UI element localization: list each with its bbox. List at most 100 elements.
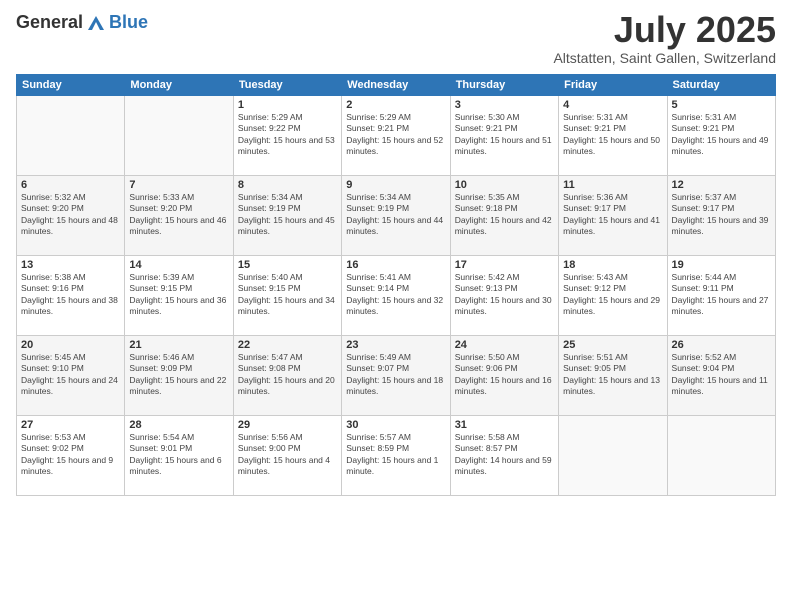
- day-info: Sunrise: 5:49 AMSunset: 9:07 PMDaylight:…: [346, 352, 445, 398]
- day-info: Sunrise: 5:30 AMSunset: 9:21 PMDaylight:…: [455, 112, 554, 158]
- day-number: 17: [455, 259, 554, 271]
- calendar-cell: 12Sunrise: 5:37 AMSunset: 9:17 PMDayligh…: [667, 176, 775, 256]
- calendar-cell: 10Sunrise: 5:35 AMSunset: 9:18 PMDayligh…: [450, 176, 558, 256]
- calendar-cell: 7Sunrise: 5:33 AMSunset: 9:20 PMDaylight…: [125, 176, 233, 256]
- day-info: Sunrise: 5:44 AMSunset: 9:11 PMDaylight:…: [672, 272, 771, 318]
- calendar-cell: 16Sunrise: 5:41 AMSunset: 9:14 PMDayligh…: [342, 256, 450, 336]
- day-number: 27: [21, 419, 120, 431]
- calendar-cell: 2Sunrise: 5:29 AMSunset: 9:21 PMDaylight…: [342, 96, 450, 176]
- calendar-cell: 11Sunrise: 5:36 AMSunset: 9:17 PMDayligh…: [559, 176, 667, 256]
- week-row-4: 20Sunrise: 5:45 AMSunset: 9:10 PMDayligh…: [17, 336, 776, 416]
- day-info: Sunrise: 5:32 AMSunset: 9:20 PMDaylight:…: [21, 192, 120, 238]
- day-number: 7: [129, 179, 228, 191]
- day-number: 15: [238, 259, 337, 271]
- day-number: 8: [238, 179, 337, 191]
- day-info: Sunrise: 5:56 AMSunset: 9:00 PMDaylight:…: [238, 432, 337, 478]
- calendar-cell: 23Sunrise: 5:49 AMSunset: 9:07 PMDayligh…: [342, 336, 450, 416]
- day-number: 11: [563, 179, 662, 191]
- calendar-cell: [125, 96, 233, 176]
- day-number: 23: [346, 339, 445, 351]
- day-number: 5: [672, 99, 771, 111]
- day-info: Sunrise: 5:33 AMSunset: 9:20 PMDaylight:…: [129, 192, 228, 238]
- page: General Blue July 2025 Altstatten, Saint…: [0, 0, 792, 612]
- day-info: Sunrise: 5:41 AMSunset: 9:14 PMDaylight:…: [346, 272, 445, 318]
- location-subtitle: Altstatten, Saint Gallen, Switzerland: [553, 50, 776, 66]
- day-number: 2: [346, 99, 445, 111]
- day-number: 29: [238, 419, 337, 431]
- calendar-cell: 5Sunrise: 5:31 AMSunset: 9:21 PMDaylight…: [667, 96, 775, 176]
- day-number: 16: [346, 259, 445, 271]
- weekday-header-row: SundayMondayTuesdayWednesdayThursdayFrid…: [17, 75, 776, 96]
- calendar-cell: 4Sunrise: 5:31 AMSunset: 9:21 PMDaylight…: [559, 96, 667, 176]
- day-number: 13: [21, 259, 120, 271]
- day-number: 1: [238, 99, 337, 111]
- calendar-cell: 13Sunrise: 5:38 AMSunset: 9:16 PMDayligh…: [17, 256, 125, 336]
- calendar-cell: 21Sunrise: 5:46 AMSunset: 9:09 PMDayligh…: [125, 336, 233, 416]
- logo: General Blue: [16, 12, 148, 33]
- day-info: Sunrise: 5:31 AMSunset: 9:21 PMDaylight:…: [563, 112, 662, 158]
- day-info: Sunrise: 5:34 AMSunset: 9:19 PMDaylight:…: [238, 192, 337, 238]
- weekday-sunday: Sunday: [17, 75, 125, 96]
- calendar-cell: 22Sunrise: 5:47 AMSunset: 9:08 PMDayligh…: [233, 336, 341, 416]
- calendar-cell: 17Sunrise: 5:42 AMSunset: 9:13 PMDayligh…: [450, 256, 558, 336]
- day-number: 9: [346, 179, 445, 191]
- calendar-cell: 8Sunrise: 5:34 AMSunset: 9:19 PMDaylight…: [233, 176, 341, 256]
- day-number: 25: [563, 339, 662, 351]
- weekday-thursday: Thursday: [450, 75, 558, 96]
- calendar-cell: 26Sunrise: 5:52 AMSunset: 9:04 PMDayligh…: [667, 336, 775, 416]
- month-title: July 2025: [553, 12, 776, 48]
- day-number: 20: [21, 339, 120, 351]
- calendar-cell: 15Sunrise: 5:40 AMSunset: 9:15 PMDayligh…: [233, 256, 341, 336]
- weekday-tuesday: Tuesday: [233, 75, 341, 96]
- calendar-cell: 25Sunrise: 5:51 AMSunset: 9:05 PMDayligh…: [559, 336, 667, 416]
- day-info: Sunrise: 5:57 AMSunset: 8:59 PMDaylight:…: [346, 432, 445, 478]
- calendar-cell: 28Sunrise: 5:54 AMSunset: 9:01 PMDayligh…: [125, 416, 233, 496]
- day-number: 19: [672, 259, 771, 271]
- day-info: Sunrise: 5:47 AMSunset: 9:08 PMDaylight:…: [238, 352, 337, 398]
- calendar-cell: 6Sunrise: 5:32 AMSunset: 9:20 PMDaylight…: [17, 176, 125, 256]
- day-number: 12: [672, 179, 771, 191]
- day-info: Sunrise: 5:43 AMSunset: 9:12 PMDaylight:…: [563, 272, 662, 318]
- week-row-5: 27Sunrise: 5:53 AMSunset: 9:02 PMDayligh…: [17, 416, 776, 496]
- week-row-1: 1Sunrise: 5:29 AMSunset: 9:22 PMDaylight…: [17, 96, 776, 176]
- calendar-cell: 29Sunrise: 5:56 AMSunset: 9:00 PMDayligh…: [233, 416, 341, 496]
- day-number: 10: [455, 179, 554, 191]
- calendar-cell: 9Sunrise: 5:34 AMSunset: 9:19 PMDaylight…: [342, 176, 450, 256]
- week-row-2: 6Sunrise: 5:32 AMSunset: 9:20 PMDaylight…: [17, 176, 776, 256]
- logo-blue: Blue: [109, 12, 148, 33]
- calendar-cell: 18Sunrise: 5:43 AMSunset: 9:12 PMDayligh…: [559, 256, 667, 336]
- day-info: Sunrise: 5:31 AMSunset: 9:21 PMDaylight:…: [672, 112, 771, 158]
- day-info: Sunrise: 5:38 AMSunset: 9:16 PMDaylight:…: [21, 272, 120, 318]
- day-info: Sunrise: 5:37 AMSunset: 9:17 PMDaylight:…: [672, 192, 771, 238]
- calendar-cell: [667, 416, 775, 496]
- day-info: Sunrise: 5:29 AMSunset: 9:22 PMDaylight:…: [238, 112, 337, 158]
- day-info: Sunrise: 5:42 AMSunset: 9:13 PMDaylight:…: [455, 272, 554, 318]
- day-info: Sunrise: 5:50 AMSunset: 9:06 PMDaylight:…: [455, 352, 554, 398]
- day-info: Sunrise: 5:52 AMSunset: 9:04 PMDaylight:…: [672, 352, 771, 398]
- header: General Blue July 2025 Altstatten, Saint…: [16, 12, 776, 66]
- week-row-3: 13Sunrise: 5:38 AMSunset: 9:16 PMDayligh…: [17, 256, 776, 336]
- logo-icon: [86, 14, 106, 32]
- day-number: 24: [455, 339, 554, 351]
- day-info: Sunrise: 5:36 AMSunset: 9:17 PMDaylight:…: [563, 192, 662, 238]
- weekday-friday: Friday: [559, 75, 667, 96]
- calendar-cell: 27Sunrise: 5:53 AMSunset: 9:02 PMDayligh…: [17, 416, 125, 496]
- day-number: 26: [672, 339, 771, 351]
- day-number: 21: [129, 339, 228, 351]
- weekday-monday: Monday: [125, 75, 233, 96]
- title-block: July 2025 Altstatten, Saint Gallen, Swit…: [553, 12, 776, 66]
- day-number: 22: [238, 339, 337, 351]
- calendar-cell: 14Sunrise: 5:39 AMSunset: 9:15 PMDayligh…: [125, 256, 233, 336]
- day-info: Sunrise: 5:34 AMSunset: 9:19 PMDaylight:…: [346, 192, 445, 238]
- day-info: Sunrise: 5:29 AMSunset: 9:21 PMDaylight:…: [346, 112, 445, 158]
- day-info: Sunrise: 5:40 AMSunset: 9:15 PMDaylight:…: [238, 272, 337, 318]
- day-number: 18: [563, 259, 662, 271]
- calendar-body: 1Sunrise: 5:29 AMSunset: 9:22 PMDaylight…: [17, 96, 776, 496]
- weekday-wednesday: Wednesday: [342, 75, 450, 96]
- logo-text: General Blue: [16, 12, 148, 33]
- calendar-cell: 31Sunrise: 5:58 AMSunset: 8:57 PMDayligh…: [450, 416, 558, 496]
- day-info: Sunrise: 5:35 AMSunset: 9:18 PMDaylight:…: [455, 192, 554, 238]
- calendar-cell: 1Sunrise: 5:29 AMSunset: 9:22 PMDaylight…: [233, 96, 341, 176]
- calendar-cell: 24Sunrise: 5:50 AMSunset: 9:06 PMDayligh…: [450, 336, 558, 416]
- calendar-cell: 19Sunrise: 5:44 AMSunset: 9:11 PMDayligh…: [667, 256, 775, 336]
